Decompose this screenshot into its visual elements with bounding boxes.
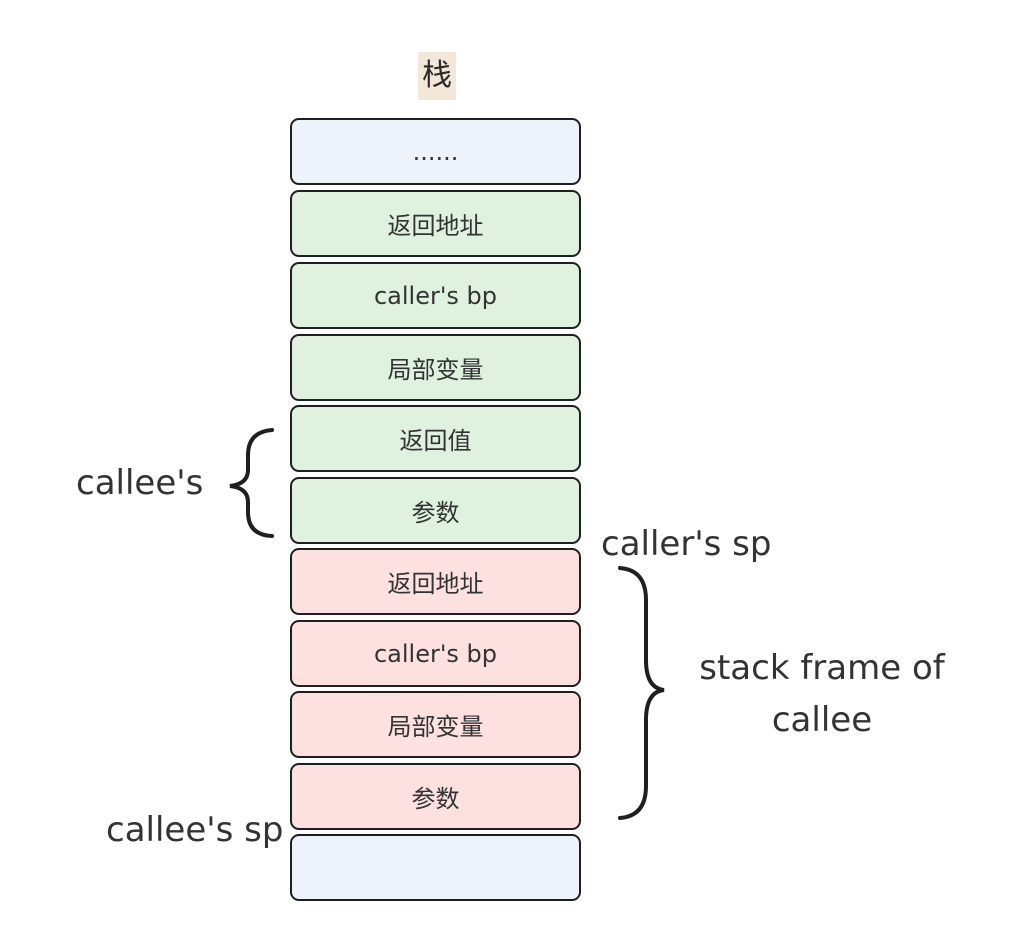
- callee-sp-label: callee's sp: [106, 810, 284, 850]
- callee-frame-label-line2: callee: [771, 700, 873, 740]
- callee-frame-label-line1: stack frame of: [699, 648, 945, 688]
- stack-frame-diagram: 栈 ...... 返回地址 caller's bp 局部变量 返回值 参数 返回…: [0, 0, 1034, 952]
- callee-args-label: callee's: [76, 463, 204, 503]
- callee-frame-brace: [618, 566, 665, 820]
- callee-args-brace: [229, 428, 274, 538]
- caller-sp-label: caller's sp: [601, 524, 772, 564]
